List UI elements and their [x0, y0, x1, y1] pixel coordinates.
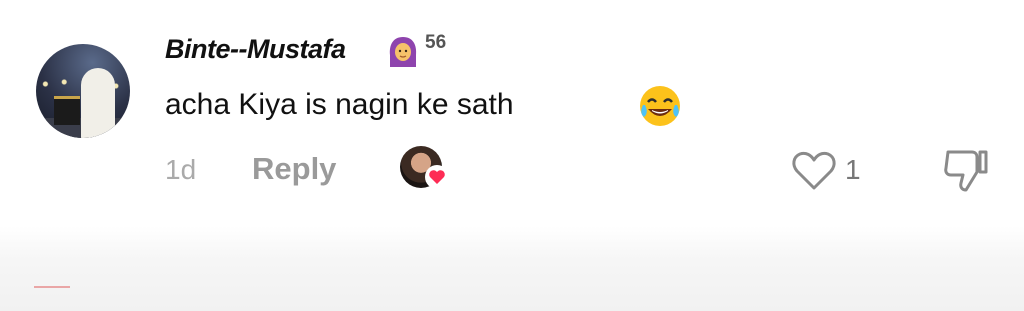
thumbs-down-icon[interactable]: [940, 146, 992, 194]
author-name[interactable]: Binte--Mustafa: [165, 34, 346, 65]
like-count: 1: [845, 154, 861, 185]
heart-badge-icon: [425, 165, 449, 189]
avatar-figure: [81, 68, 115, 138]
heart-outline-icon[interactable]: [790, 148, 838, 192]
woman-headscarf-emoji-icon: [389, 37, 417, 67]
background-band: [0, 226, 1024, 311]
avatar-kaaba: [54, 96, 80, 125]
reply-button[interactable]: Reply: [252, 151, 336, 187]
creator-liked-indicator: [400, 146, 452, 190]
laughing-tears-emoji-icon: [640, 86, 680, 126]
author-avatar[interactable]: [36, 44, 130, 138]
comment-timestamp: 1d: [165, 154, 197, 185]
comment-text: acha Kiya is nagin ke sath: [165, 88, 514, 121]
decorative-mark: [34, 286, 70, 288]
author-score: 56: [425, 32, 447, 53]
comment-item: Binte--Mustafa 56 acha Kiya is nagin ke …: [0, 0, 1024, 311]
